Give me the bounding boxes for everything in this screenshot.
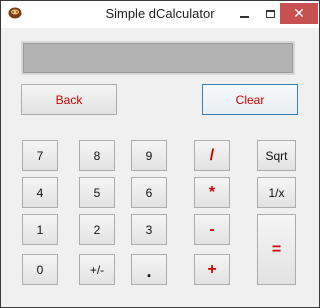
result-display [21, 41, 295, 75]
digit-0-button[interactable]: 0 [22, 254, 58, 285]
divide-button[interactable]: / [194, 140, 230, 171]
back-button[interactable]: Back [21, 84, 117, 115]
calculator-body: Back Clear 7 8 9 / Sqrt 4 5 6 * 1/x 1 2 … [9, 28, 311, 299]
plus-minus-button[interactable]: +/- [79, 254, 115, 285]
close-button[interactable]: ✕ [280, 3, 318, 24]
digit-8-button[interactable]: 8 [79, 140, 115, 171]
minimize-icon [239, 15, 249, 18]
maximize-icon [265, 9, 275, 18]
calculator-window: Simple dCalculator ✕ Back Clear 7 8 9 / … [0, 0, 320, 308]
clear-button[interactable]: Clear [202, 84, 298, 115]
equals-button[interactable]: = [257, 214, 296, 285]
digit-1-button[interactable]: 1 [22, 214, 58, 245]
close-icon: ✕ [293, 5, 305, 21]
add-button[interactable]: + [194, 254, 230, 285]
digit-5-button[interactable]: 5 [79, 177, 115, 208]
digit-2-button[interactable]: 2 [79, 214, 115, 245]
decimal-button[interactable]: . [131, 254, 167, 285]
sqrt-button[interactable]: Sqrt [257, 140, 296, 171]
digit-7-button[interactable]: 7 [22, 140, 58, 171]
minimize-button[interactable] [231, 3, 257, 24]
digit-9-button[interactable]: 9 [131, 140, 167, 171]
reciprocal-button[interactable]: 1/x [257, 177, 296, 208]
digit-3-button[interactable]: 3 [131, 214, 167, 245]
digit-6-button[interactable]: 6 [131, 177, 167, 208]
digit-4-button[interactable]: 4 [22, 177, 58, 208]
subtract-button[interactable]: - [194, 214, 230, 245]
title-bar: Simple dCalculator ✕ [1, 1, 319, 28]
multiply-button[interactable]: * [194, 177, 230, 208]
